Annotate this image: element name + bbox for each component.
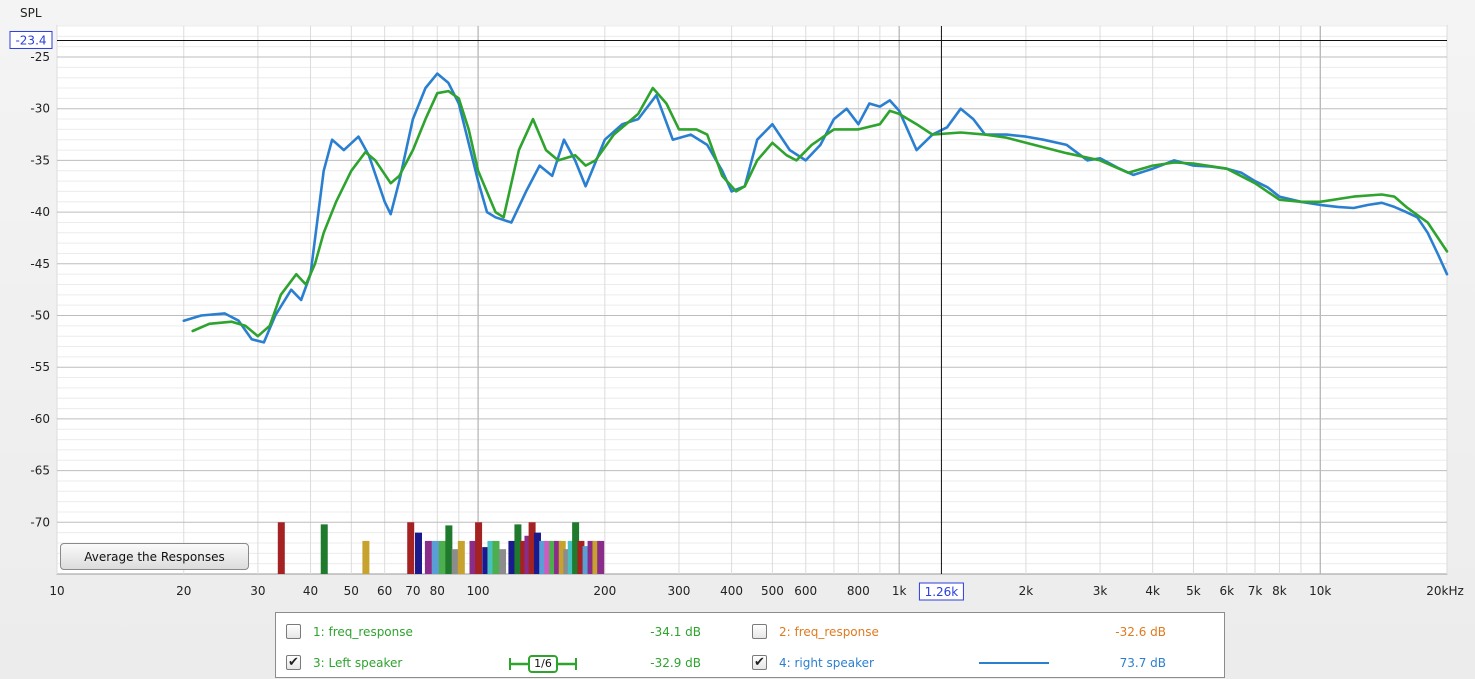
legend-value: 73.7 dB — [1119, 656, 1166, 670]
spl-chart[interactable]: 10 20 30 40 50 60 70 80 100 200 300 400 500 600 800 1k 2… — [0, 0, 1475, 612]
x-tick-label: 600 — [794, 584, 817, 598]
cursor-y-readout: -23.4 — [15, 33, 46, 47]
x-tick-label: 10 — [49, 584, 64, 598]
legend-series-name[interactable]: 3: Left speaker — [313, 656, 402, 670]
line-swatch[interactable] — [979, 662, 1049, 664]
x-tick-label: 30 — [250, 584, 265, 598]
peak-marker — [431, 540, 439, 574]
peak-marker — [277, 522, 285, 574]
y-tick-label: -45 — [30, 257, 50, 271]
x-tick-label: 200 — [593, 584, 616, 598]
y-tick-label: -35 — [30, 153, 50, 167]
peak-marker — [597, 540, 605, 574]
y-tick-label: -30 — [30, 102, 50, 116]
legend-value: -34.1 dB — [650, 625, 701, 639]
peak-marker — [438, 540, 446, 574]
y-axis-label: SPL — [20, 6, 42, 20]
x-tick-label: 4k — [1145, 584, 1160, 598]
y-tick-label: -60 — [30, 412, 50, 426]
peak-marker — [499, 549, 507, 574]
legend-series-name[interactable]: 1: freq_response — [313, 625, 413, 639]
peak-marker — [407, 522, 415, 574]
x-tick-label: 400 — [720, 584, 743, 598]
y-tick-label: -55 — [30, 360, 50, 374]
legend-value: -32.6 dB — [1115, 625, 1166, 639]
peak-marker — [508, 540, 516, 574]
legend-row: 1: freq_response -34.1 dB 2: freq_response… — [276, 617, 1224, 647]
x-tick-label: 60 — [377, 584, 392, 598]
x-tick-label: 100 — [467, 584, 490, 598]
peak-marker — [457, 540, 465, 574]
y-tick-label: -70 — [30, 515, 50, 529]
y-tick-label: -50 — [30, 309, 50, 323]
x-tick-label: 20 — [176, 584, 191, 598]
smoothing-swatch[interactable]: 1/6 — [508, 655, 578, 676]
legend-value: -32.9 dB — [650, 656, 701, 670]
x-tick-label: 7k — [1248, 584, 1263, 598]
legend-checkbox[interactable] — [752, 624, 767, 639]
legend-checkbox[interactable]: ✔ — [752, 655, 767, 670]
x-tick-label: 1k — [892, 584, 907, 598]
legend-panel: 1: freq_response -34.1 dB 2: freq_response… — [275, 612, 1225, 678]
peak-marker — [320, 524, 328, 574]
y-tick-label: -40 — [30, 205, 50, 219]
x-tick-label: 3k — [1093, 584, 1108, 598]
x-tick-label: 70 — [405, 584, 420, 598]
y-tick-label: -25 — [30, 50, 50, 64]
y-axis-ticks: -25 -30 -35 -40 -45 -50 -55 -60 -65 -70 -23.4 — [9, 30, 53, 529]
peak-marker — [362, 540, 370, 574]
x-tick-label: 5k — [1186, 584, 1201, 598]
peak-marker — [445, 525, 453, 574]
cursor-x-readout: 1.26k — [925, 585, 959, 599]
peak-marker — [451, 549, 459, 574]
peak-marker — [424, 540, 432, 574]
legend-checkbox[interactable] — [286, 624, 301, 639]
x-tick-label: 8k — [1272, 584, 1287, 598]
peak-marker — [475, 522, 483, 574]
average-responses-button[interactable]: Average the Responses — [60, 543, 249, 570]
x-tick-label: 10k — [1309, 584, 1331, 598]
peak-marker — [492, 540, 500, 574]
smoothing-label: 1/6 — [534, 657, 552, 670]
x-tick-label: 2k — [1019, 584, 1034, 598]
y-tick-label: -65 — [30, 464, 50, 478]
x-tick-label: 800 — [847, 584, 870, 598]
legend-series-name[interactable]: 4: right speaker — [779, 656, 874, 670]
x-tick-label: 6k — [1220, 584, 1235, 598]
peak-marker — [415, 532, 423, 574]
legend-row: ✔ 3: Left speaker 1/6 -32.9 dB ✔ 4: right spe… — [276, 648, 1224, 678]
legend-series-name[interactable]: 2: freq_response — [779, 625, 879, 639]
x-tick-label: 40 — [303, 584, 318, 598]
x-tick-label: 300 — [668, 584, 691, 598]
x-tick-label: 500 — [761, 584, 784, 598]
legend-checkbox[interactable]: ✔ — [286, 655, 301, 670]
x-axis-ticks: 10 20 30 40 50 60 70 80 100 200 300 400 500 600 800 1k 2… — [49, 582, 1464, 601]
plot-background — [56, 25, 1448, 575]
x-tick-label: 80 — [430, 584, 445, 598]
x-tick-label: 50 — [344, 584, 359, 598]
x-tick-label: 20kHz — [1426, 584, 1464, 598]
